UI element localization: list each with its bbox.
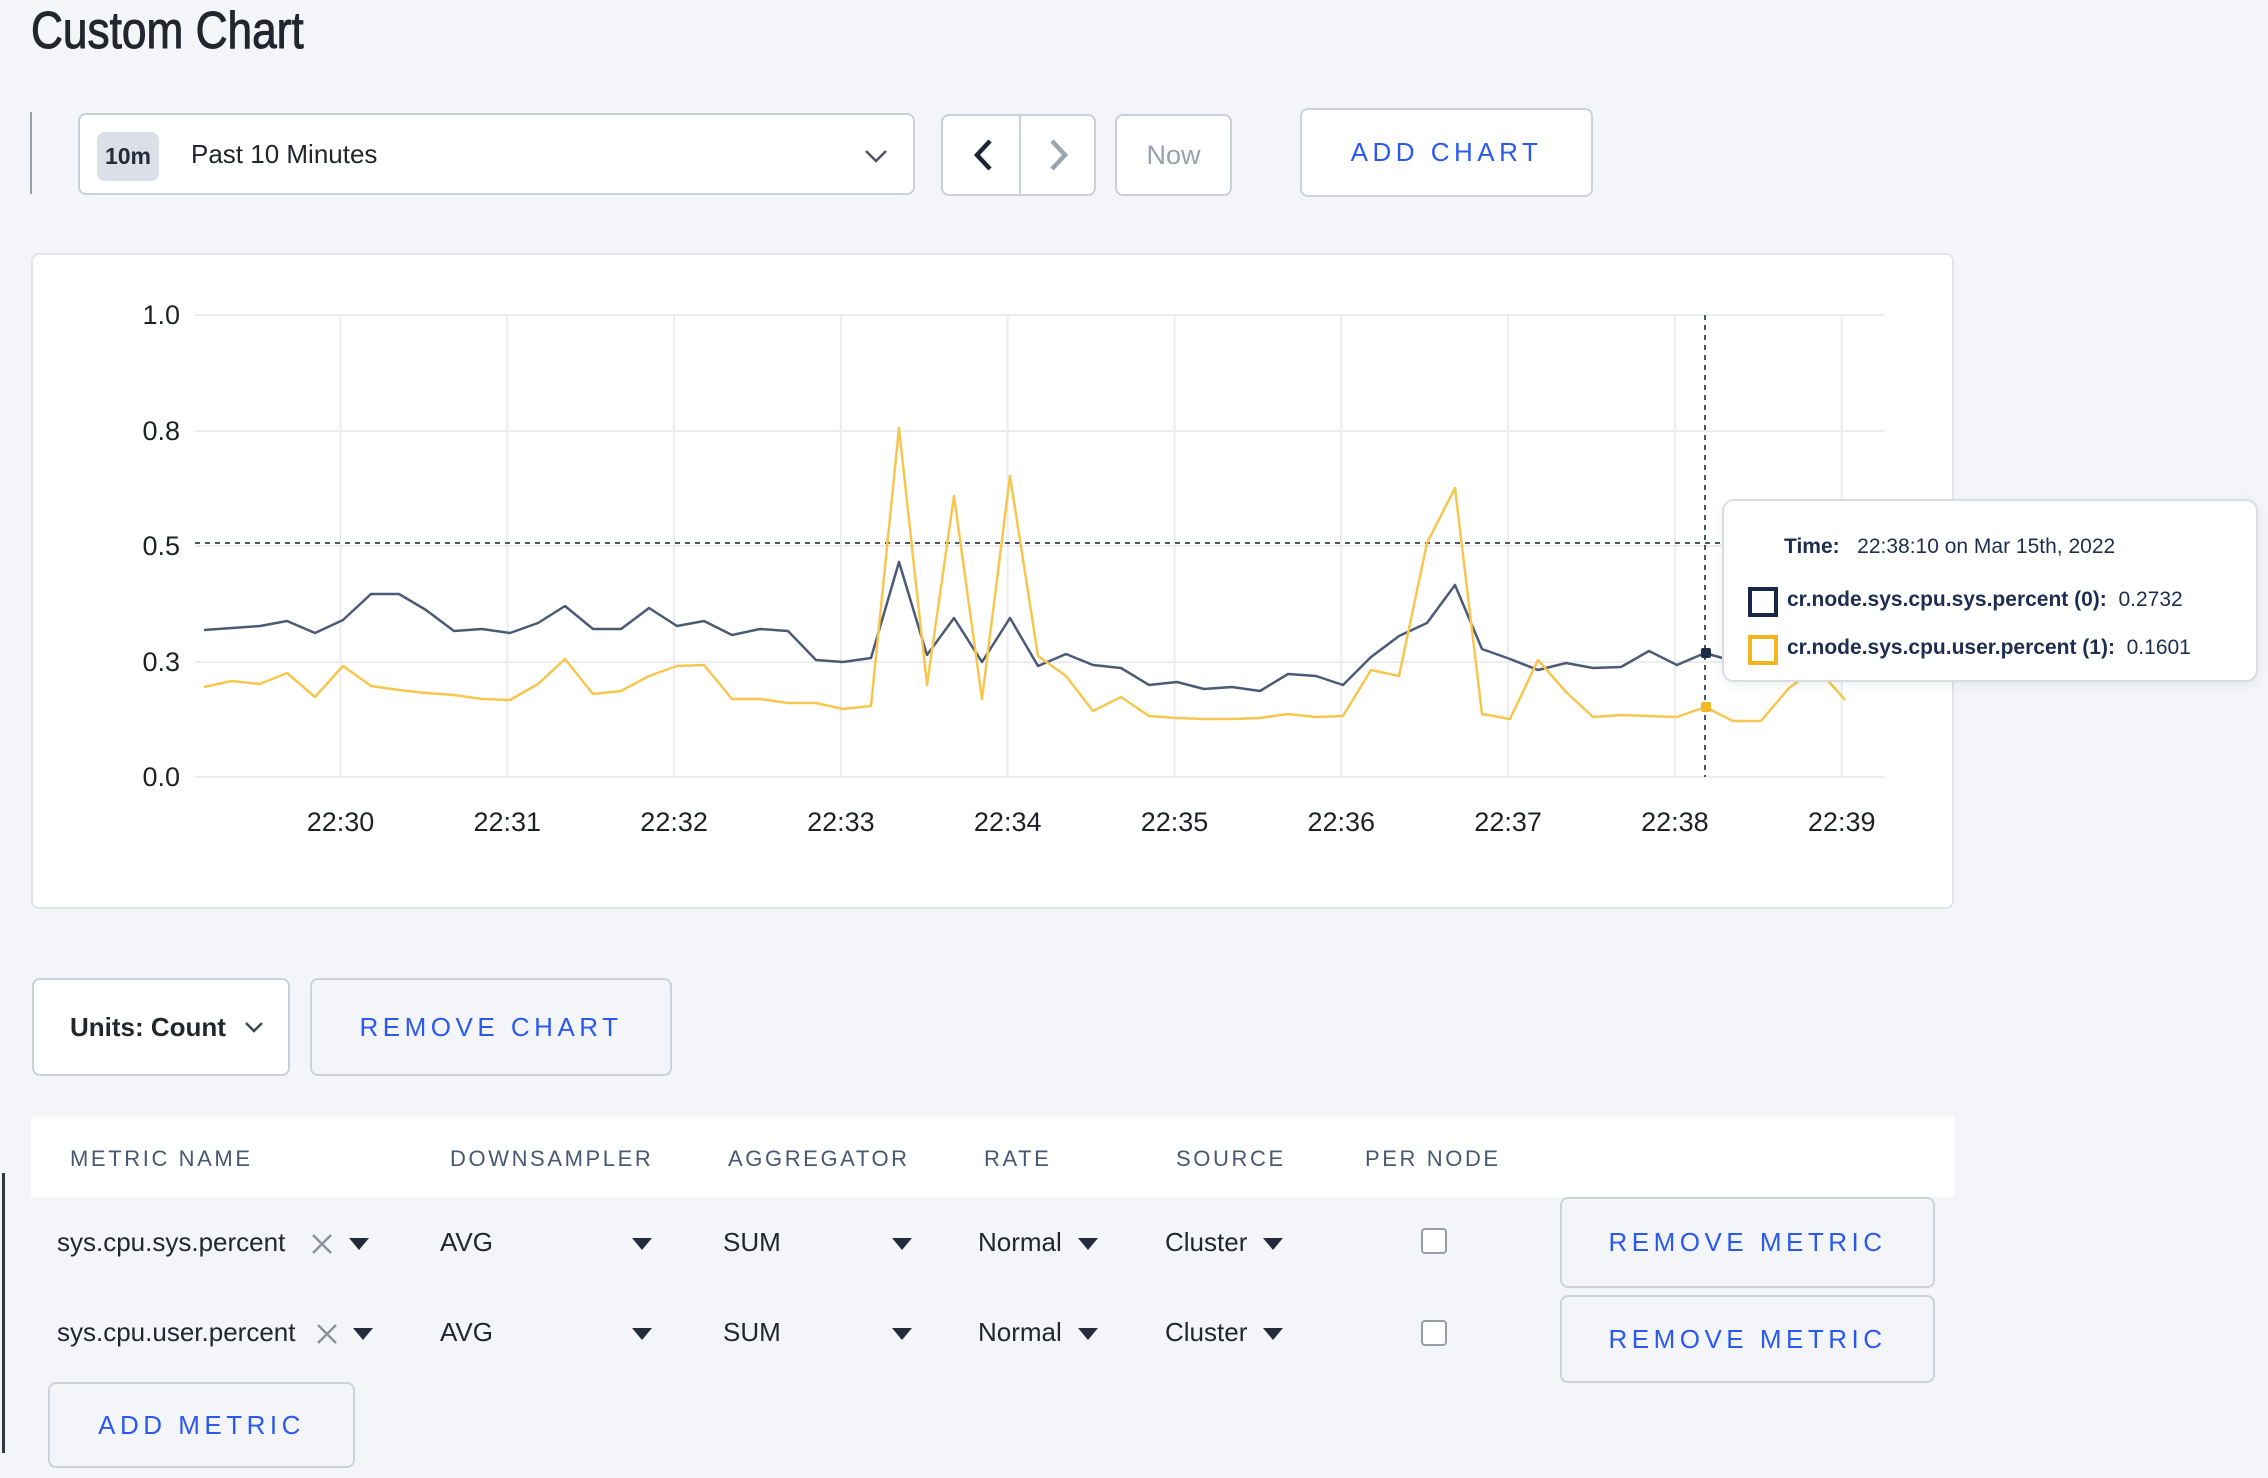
svg-text:22:38: 22:38 — [1641, 807, 1709, 837]
svg-text:0.3: 0.3 — [142, 647, 180, 677]
svg-text:22:36: 22:36 — [1308, 807, 1376, 837]
svg-text:22:34: 22:34 — [974, 807, 1042, 837]
svg-text:22:32: 22:32 — [640, 807, 708, 837]
svg-text:0.8: 0.8 — [142, 416, 180, 446]
svg-text:0.5: 0.5 — [142, 531, 180, 561]
svg-text:22:31: 22:31 — [474, 807, 542, 837]
svg-text:22:30: 22:30 — [307, 807, 375, 837]
svg-text:22:37: 22:37 — [1474, 807, 1542, 837]
svg-text:0.0: 0.0 — [142, 762, 180, 792]
svg-text:22:33: 22:33 — [807, 807, 875, 837]
svg-text:1.0: 1.0 — [142, 300, 180, 330]
svg-text:22:35: 22:35 — [1141, 807, 1209, 837]
svg-text:22:39: 22:39 — [1808, 807, 1876, 837]
